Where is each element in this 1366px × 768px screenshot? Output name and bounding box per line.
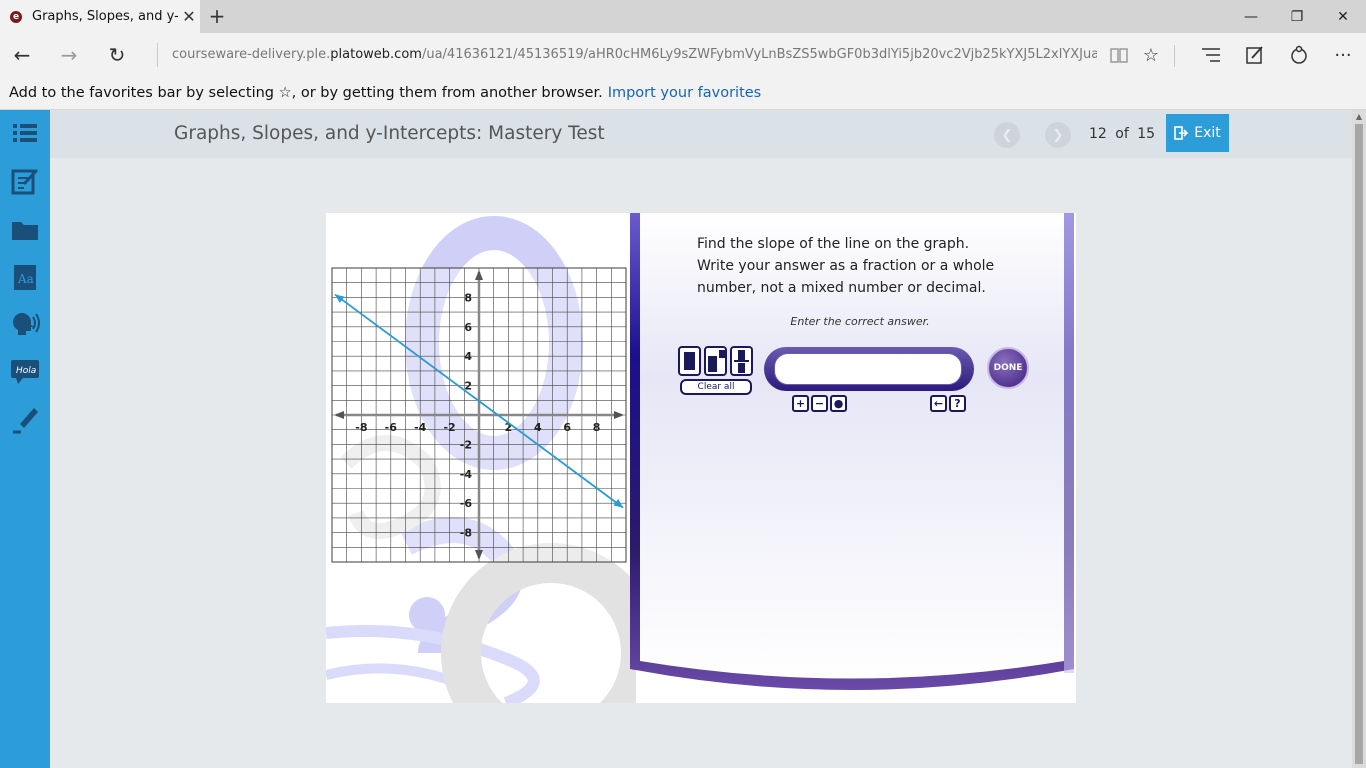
x-tick-label: 6 [563, 421, 571, 434]
y-tick-label: 8 [464, 291, 472, 304]
instruction-text: Enter the correct answer. [790, 315, 930, 328]
scroll-up-icon[interactable]: ▲ [1352, 110, 1366, 124]
y-tick-label: -4 [460, 468, 473, 481]
share-icon[interactable] [1283, 40, 1315, 70]
text-to-speech-icon [13, 313, 40, 335]
question-prompt: Find the slope of the line on the graph.… [697, 233, 1007, 299]
folder-icon [12, 222, 38, 240]
reading-view-icon[interactable] [1103, 40, 1135, 70]
x-tick-label: -6 [385, 421, 398, 434]
web-note-icon[interactable] [1239, 40, 1271, 70]
previous-chevron-icon[interactable]: ❮ [994, 122, 1020, 148]
x-tick-label: -2 [443, 421, 455, 434]
coordinate-graph: -8 -6 -4 -2 2 4 6 88642-2-4-6-8 [331, 267, 627, 563]
page-scrollbar[interactable]: ▲ [1352, 110, 1366, 768]
refresh-icon[interactable]: ↻ [100, 38, 134, 72]
y-tick-label: -6 [460, 497, 473, 510]
tab-close-icon[interactable]: ✕ [178, 7, 200, 26]
answer-pane: Find the slope of the line on the graph.… [630, 213, 1076, 703]
done-button[interactable]: DONE [987, 347, 1029, 389]
hub-icon[interactable] [1195, 40, 1227, 70]
sidebar-notepad-button[interactable] [0, 158, 50, 204]
scroll-thumb[interactable] [1355, 124, 1363, 764]
y-tick-label: -2 [460, 438, 472, 451]
favorites-message: Add to the favorites bar by selecting ☆,… [9, 85, 603, 101]
template-whole-button[interactable] [678, 346, 701, 376]
new-tab-icon[interactable]: + [204, 4, 230, 30]
template-fraction-button[interactable] [730, 346, 753, 376]
url-prefix: courseware-delivery.ple. [172, 47, 331, 62]
sidebar-translate-button[interactable]: Hola [0, 348, 50, 394]
page-current: 12 [1089, 126, 1107, 142]
list-icon [13, 124, 37, 142]
favorites-bar: Add to the favorites bar by selecting ☆,… [0, 76, 1366, 110]
lesson-header: Graphs, Slopes, and y-Intercepts: Master… [50, 110, 1352, 158]
browser-tab[interactable]: e Graphs, Slopes, and y-Ir ✕ [0, 0, 200, 33]
dictionary-icon: Aa [14, 265, 36, 290]
browser-tab-bar: e Graphs, Slopes, and y-Ir ✕ + — ❐ ✕ [0, 0, 1366, 33]
svg-text:Hola: Hola [16, 366, 36, 376]
y-tick-label: 6 [464, 321, 472, 334]
x-tick-label: 8 [593, 421, 601, 434]
restore-icon[interactable]: ❐ [1274, 0, 1320, 33]
backspace-button[interactable]: ← [930, 395, 947, 412]
exit-button[interactable]: Exit [1166, 114, 1229, 152]
y-tick-label: -8 [460, 527, 472, 540]
url-field[interactable]: courseware-delivery.ple.platoweb.com/ua/… [157, 43, 1097, 67]
more-options-icon[interactable]: ··· [1327, 40, 1359, 70]
prompt-line-3: number, not a mixed number or decimal. [697, 280, 986, 296]
tab-title: Graphs, Slopes, and y-Ir [32, 9, 178, 24]
site-favicon-icon: e [10, 10, 22, 23]
x-tick-label: -4 [414, 421, 427, 434]
y-tick-label: 4 [464, 350, 472, 363]
sidebar-speech-button[interactable] [0, 300, 50, 346]
import-favorites-link[interactable]: Import your favorites [608, 85, 762, 101]
svg-text:Aa: Aa [17, 272, 34, 286]
page-of: of [1115, 126, 1129, 142]
answer-input[interactable] [774, 353, 962, 385]
minus-sign-button[interactable]: − [811, 395, 828, 412]
answer-box [764, 347, 974, 391]
x-tick-label: -8 [355, 421, 367, 434]
question-panel: -8-6-4-224688642-2-4-6-8 [326, 213, 1076, 703]
url-path: /ua/41636121/45136519/aHR0cHM6Ly9sZWFybm… [421, 47, 1097, 62]
page-total: 15 [1137, 126, 1156, 142]
sidebar-folder-button[interactable] [0, 206, 50, 252]
template-exponent-button[interactable] [704, 346, 727, 376]
address-toolbar: ← → ↻ courseware-delivery.ple.platoweb.c… [0, 33, 1366, 76]
back-arrow-icon[interactable]: ← [5, 38, 39, 72]
plus-sign-button[interactable]: + [792, 395, 809, 412]
page-title: Graphs, Slopes, and y-Intercepts: Master… [174, 123, 605, 144]
translate-hola-icon: Hola [11, 360, 39, 384]
exit-door-icon [1174, 126, 1189, 140]
clear-all-button[interactable]: Clear all [680, 379, 752, 395]
sidebar-list-button[interactable] [0, 110, 50, 156]
exit-label: Exit [1194, 125, 1221, 141]
prompt-line-1: Find the slope of the line on the graph. [697, 236, 970, 252]
favorite-star-icon[interactable]: ☆ [1135, 40, 1167, 70]
next-chevron-icon[interactable]: ❯ [1045, 122, 1071, 148]
x-tick-label: 4 [534, 421, 542, 434]
forward-arrow-icon[interactable]: → [52, 38, 86, 72]
page-counter: 12 of 15 [1089, 110, 1155, 158]
sidebar-dictionary-button[interactable]: Aa [0, 254, 50, 300]
url-domain: platoweb.com [330, 47, 422, 62]
minimize-icon[interactable]: — [1228, 0, 1274, 33]
highlighter-icon [13, 408, 38, 434]
help-button[interactable]: ? [949, 395, 966, 412]
sidebar-highlighter-button[interactable] [0, 396, 50, 442]
notepad-icon [11, 168, 39, 195]
prompt-line-2: Write your answer as a fraction or a who… [697, 258, 995, 274]
tools-sidebar: Aa Hola [0, 110, 50, 768]
window-close-icon[interactable]: ✕ [1320, 0, 1366, 33]
dot-button[interactable]: ● [830, 395, 847, 412]
